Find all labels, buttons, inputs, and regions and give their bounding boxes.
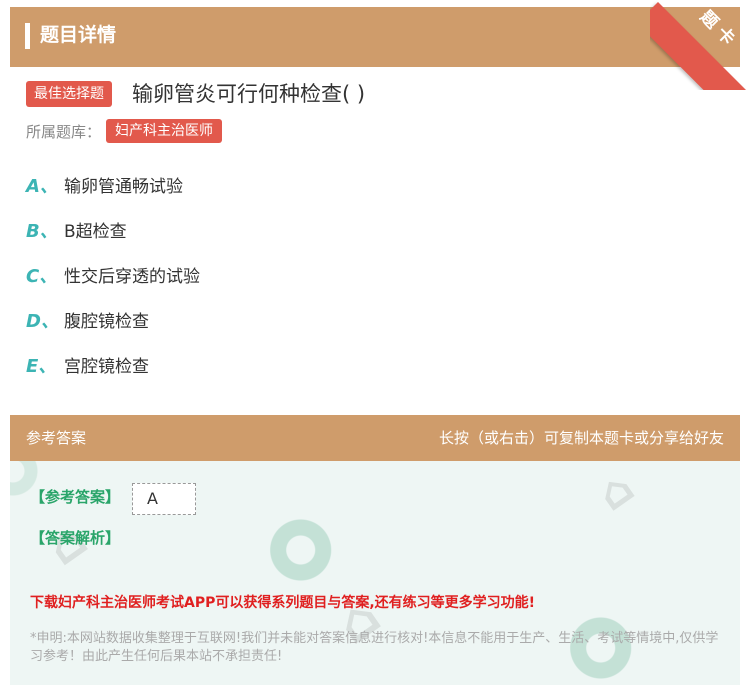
option-text: 性交后穿透的试验 xyxy=(64,267,200,287)
answer-value: A xyxy=(132,483,196,515)
answer-label: 【参考答案】 xyxy=(30,488,121,506)
option-letter: C、 xyxy=(26,266,58,287)
bank-tag[interactable]: 妇产科主治医师 xyxy=(106,119,222,143)
corner-ribbon: 题卡 xyxy=(650,0,750,90)
option-text: 输卵管通畅试验 xyxy=(64,177,183,197)
answer-section-header: 参考答案 长按（或右击）可复制本题卡或分享给好友 xyxy=(10,415,740,461)
option-a[interactable]: A、 输卵管通畅试验 xyxy=(26,172,183,202)
option-text: 宫腔镜检查 xyxy=(64,357,149,377)
watermark-glyph-icon: ⌂ xyxy=(588,461,644,522)
watermark-logo-icon xyxy=(260,513,334,587)
option-letter: A、 xyxy=(26,176,58,197)
disclaimer-text: *申明:本网站数据收集整理于互联网!我们并未能对答案信息进行核对!本信息不能用于… xyxy=(30,631,719,664)
option-b[interactable]: B、 B超检查 xyxy=(26,217,127,247)
option-text: 腹腔镜检查 xyxy=(64,312,149,332)
header-accent-bar xyxy=(25,23,30,49)
answer-section-body: ⌂ ⌂ ⌂ 【参考答案】 A 【答案解析】 下载妇产科主治医师考试APP可以获得… xyxy=(10,461,740,685)
detail-header: 题目详情 xyxy=(10,7,740,67)
question-type-tag: 最佳选择题 xyxy=(26,81,112,107)
option-letter: E、 xyxy=(26,356,57,377)
question-text: 输卵管炎可行何种检查( ) xyxy=(132,82,366,106)
option-c[interactable]: C、 性交后穿透的试验 xyxy=(26,262,200,292)
app-promo-link[interactable]: 下载妇产科主治医师考试APP可以获得系列题目与答案,还有练习等更多学习功能! xyxy=(30,592,535,612)
option-letter: B、 xyxy=(26,221,58,242)
share-hint: 长按（或右击）可复制本题卡或分享给好友 xyxy=(438,429,724,447)
option-e[interactable]: E、 宫腔镜检查 xyxy=(26,352,149,382)
option-d[interactable]: D、 腹腔镜检查 xyxy=(26,307,149,337)
bank-label: 所属题库： xyxy=(26,123,102,141)
option-text: B超检查 xyxy=(64,222,127,242)
ribbon-label: 题卡 xyxy=(695,6,743,54)
answer-header-title: 参考答案 xyxy=(26,429,87,447)
analysis-label: 【答案解析】 xyxy=(30,529,121,547)
option-letter: D、 xyxy=(26,311,59,332)
header-title: 题目详情 xyxy=(40,24,117,46)
